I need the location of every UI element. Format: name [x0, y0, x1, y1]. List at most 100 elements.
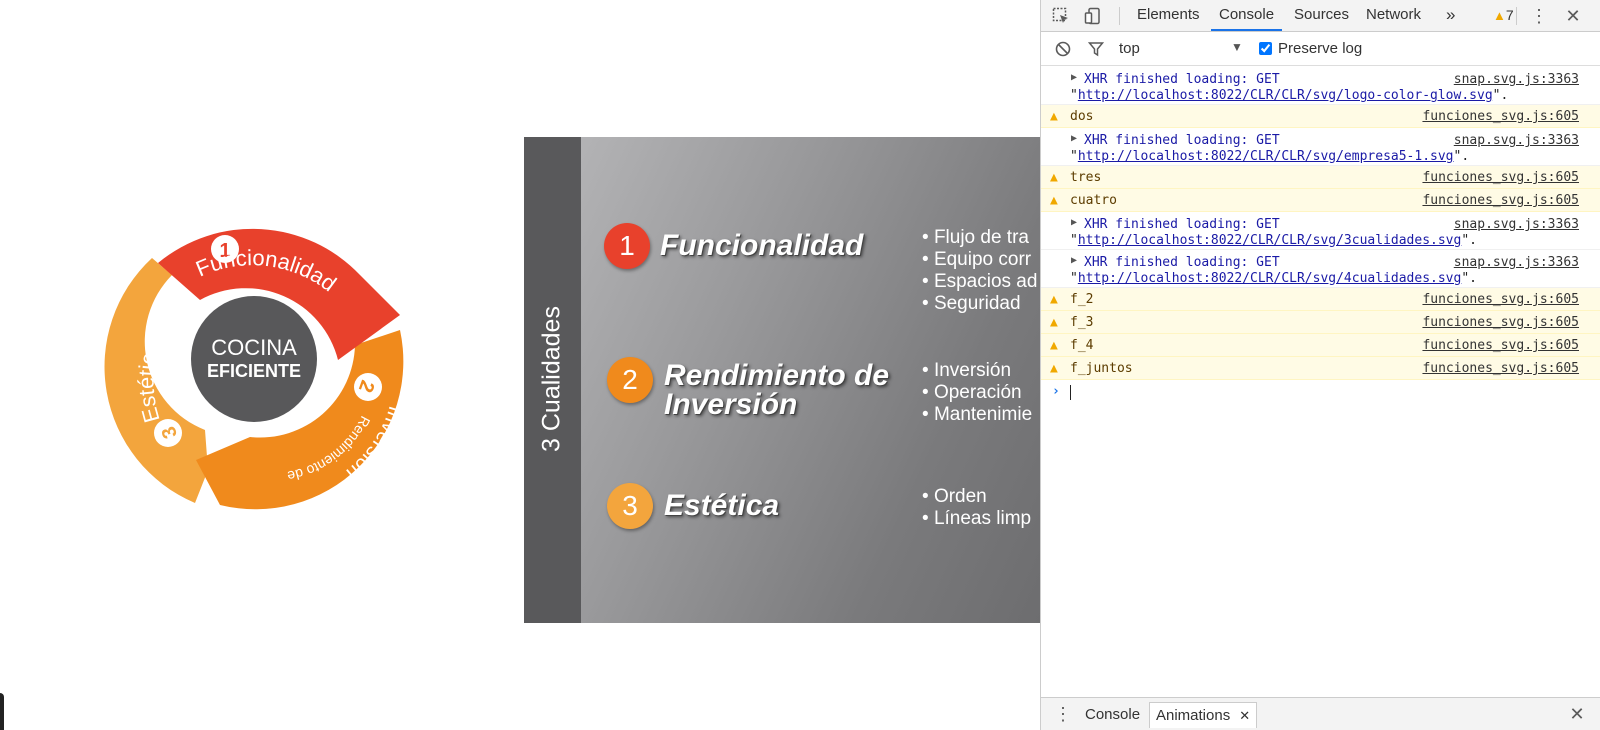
warning-counter[interactable]: ▲7 — [1493, 0, 1514, 31]
console-message-warning[interactable]: ▲ f_2 funciones_svg.js:605 — [1041, 288, 1600, 311]
message-url-link[interactable]: http://localhost:8022/CLR/CLR/svg/3cuali… — [1078, 233, 1462, 248]
message-url-link[interactable]: http://localhost:8022/CLR/CLR/svg/logo-c… — [1078, 88, 1493, 103]
message-source-link[interactable]: snap.svg.js:3363 — [1454, 255, 1579, 270]
expand-caret-icon[interactable]: ▶ — [1071, 72, 1077, 83]
page-corner-edge — [0, 693, 4, 730]
message-text: cuatro — [1070, 193, 1117, 208]
console-message-warning[interactable]: ▲ dos funciones_svg.js:605 — [1041, 105, 1600, 128]
preserve-log-checkbox[interactable] — [1259, 42, 1272, 55]
message-text: f_3 — [1070, 315, 1094, 330]
message-text: f_2 — [1070, 292, 1094, 307]
preserve-log-label: Preserve log — [1278, 40, 1363, 57]
wheel-center-line2: EFICIENTE — [207, 361, 301, 381]
console-message-warning[interactable]: ▲ f_3 funciones_svg.js:605 — [1041, 311, 1600, 334]
close-devtools-icon[interactable]: ✕ — [1563, 6, 1583, 26]
bullet-item: Mantenimie — [922, 404, 1032, 426]
message-source-link[interactable]: snap.svg.js:3363 — [1454, 72, 1579, 87]
bullet-item: Flujo de tra — [922, 227, 1037, 249]
filter-icon[interactable] — [1086, 39, 1106, 59]
drawer-tab-animations-label: Animations — [1156, 707, 1231, 724]
bullet-item: Espacios ad — [922, 271, 1038, 293]
devtools-drawer: ⋮ Console Animations ✕ ✕ — [1041, 697, 1600, 730]
bullet-item: Equipo corr — [922, 249, 1037, 271]
devtools-tabbar: Elements Console Sources Network » ▲7 ⋮ … — [1041, 0, 1600, 32]
message-source-link[interactable]: funciones_svg.js:605 — [1422, 315, 1579, 330]
message-text: XHR finished loading: GET — [1084, 72, 1280, 87]
message-text: XHR finished loading: GET — [1084, 255, 1280, 270]
message-text: XHR finished loading: GET — [1084, 217, 1280, 232]
message-source-link[interactable]: funciones_svg.js:605 — [1422, 292, 1579, 307]
message-source-link[interactable]: funciones_svg.js:605 — [1422, 170, 1579, 185]
message-source-link[interactable]: funciones_svg.js:605 — [1422, 193, 1579, 208]
preserve-log-option[interactable]: Preserve log — [1259, 40, 1362, 57]
close-tab-icon[interactable]: ✕ — [1239, 703, 1250, 729]
quality-3-title: Estética — [664, 489, 780, 522]
message-url-line: "http://localhost:8022/CLR/CLR/svg/3cual… — [1070, 233, 1477, 248]
console-message-warning[interactable]: ▲ tres funciones_svg.js:605 — [1041, 166, 1600, 189]
console-message-xhr[interactable]: ▶ XHR finished loading: GET snap.svg.js:… — [1041, 212, 1600, 250]
console-message-xhr[interactable]: ▶ XHR finished loading: GET snap.svg.js:… — [1041, 250, 1600, 288]
console-message-warning[interactable]: ▲ cuatro funciones_svg.js:605 — [1041, 189, 1600, 212]
message-url-line: "http://localhost:8022/CLR/CLR/svg/empre… — [1070, 149, 1470, 164]
clear-console-icon[interactable] — [1053, 39, 1073, 59]
device-toolbar-icon[interactable] — [1083, 6, 1103, 26]
quality-3-number: 3 — [607, 483, 653, 529]
quality-1-bullets: Flujo de tra Equipo corr Espacios ad Seg… — [922, 227, 1038, 315]
quality-2-bullets: Inversión Operación Mantenimie — [922, 360, 1032, 426]
message-source-link[interactable]: snap.svg.js:3363 — [1454, 217, 1579, 232]
context-dropdown-icon[interactable]: ▼ — [1231, 40, 1243, 54]
message-source-link[interactable]: snap.svg.js:3363 — [1454, 133, 1579, 148]
bullet-item: Seguridad — [922, 293, 1037, 315]
warning-icon: ▲ — [1050, 193, 1058, 208]
quality-1-title: Funcionalidad — [660, 229, 864, 262]
tab-elements[interactable]: Elements — [1129, 0, 1208, 31]
console-toolbar: top ▼ Preserve log — [1041, 32, 1600, 66]
drawer-tab-console[interactable]: Console — [1079, 702, 1146, 728]
expand-caret-icon[interactable]: ▶ — [1071, 217, 1077, 228]
warning-icon: ▲ — [1493, 8, 1506, 23]
quality-2-number: 2 — [607, 357, 653, 403]
drawer-menu-icon[interactable]: ⋮ — [1053, 704, 1073, 724]
bullet-item: Operación — [922, 382, 1032, 404]
warning-icon: ▲ — [1050, 338, 1058, 353]
message-source-link[interactable]: funciones_svg.js:605 — [1422, 109, 1579, 124]
message-source-link[interactable]: funciones_svg.js:605 — [1422, 361, 1579, 376]
web-page: COCINA EFICIENTE 1 2 3 Funcionalidad Est… — [0, 0, 1040, 730]
bullet-item: Líneas limp — [922, 508, 1031, 530]
expand-caret-icon[interactable]: ▶ — [1071, 255, 1077, 266]
panel-side-title: 3 Cualidades — [537, 306, 566, 452]
quality-3-bullets: Orden Líneas limp — [922, 486, 1031, 530]
tab-console[interactable]: Console — [1211, 0, 1283, 31]
wheel-center-line1: COCINA — [211, 335, 297, 360]
warning-icon: ▲ — [1050, 361, 1058, 376]
drawer-tab-animations[interactable]: Animations ✕ — [1149, 702, 1258, 729]
message-text: dos — [1070, 109, 1094, 124]
console-message-xhr[interactable]: ▶ XHR finished loading: GET snap.svg.js:… — [1041, 128, 1600, 166]
prompt-chevron-icon: › — [1052, 384, 1060, 399]
message-url-link[interactable]: http://localhost:8022/CLR/CLR/svg/4cuali… — [1078, 271, 1462, 286]
quality-2-title-line2: Inversión — [664, 388, 798, 421]
console-message-warning[interactable]: ▲ f_4 funciones_svg.js:605 — [1041, 334, 1600, 357]
tab-network[interactable]: Network — [1358, 0, 1429, 31]
bullet-item: Orden — [922, 486, 1031, 508]
bullet-item: Inversión — [922, 360, 1032, 382]
warning-icon: ▲ — [1050, 170, 1058, 185]
console-prompt[interactable]: › — [1041, 380, 1600, 404]
message-text: tres — [1070, 170, 1102, 185]
message-source-link[interactable]: funciones_svg.js:605 — [1422, 338, 1579, 353]
message-url-line: "http://localhost:8022/CLR/CLR/svg/logo-… — [1070, 88, 1509, 103]
warning-icon: ▲ — [1050, 315, 1058, 330]
console-message-warning[interactable]: ▲ f_juntos funciones_svg.js:605 — [1041, 357, 1600, 380]
close-drawer-icon[interactable]: ✕ — [1567, 704, 1587, 724]
console-message-xhr[interactable]: ▶ XHR finished loading: GET snap.svg.js:… — [1041, 67, 1600, 105]
more-tabs-icon[interactable]: » — [1438, 0, 1463, 31]
message-url-link[interactable]: http://localhost:8022/CLR/CLR/svg/empres… — [1078, 149, 1454, 164]
inspect-element-icon[interactable] — [1051, 6, 1071, 26]
expand-caret-icon[interactable]: ▶ — [1071, 133, 1077, 144]
tabbar-separator — [1516, 7, 1517, 25]
kebab-menu-icon[interactable]: ⋮ — [1529, 6, 1549, 26]
devtools-panel: Elements Console Sources Network » ▲7 ⋮ … — [1040, 0, 1600, 730]
tab-sources[interactable]: Sources — [1286, 0, 1357, 31]
quality-1-number: 1 — [604, 223, 650, 269]
cualidades-panel: 3 Cualidades 1 Funcionalidad Flujo de tr… — [524, 137, 1040, 623]
